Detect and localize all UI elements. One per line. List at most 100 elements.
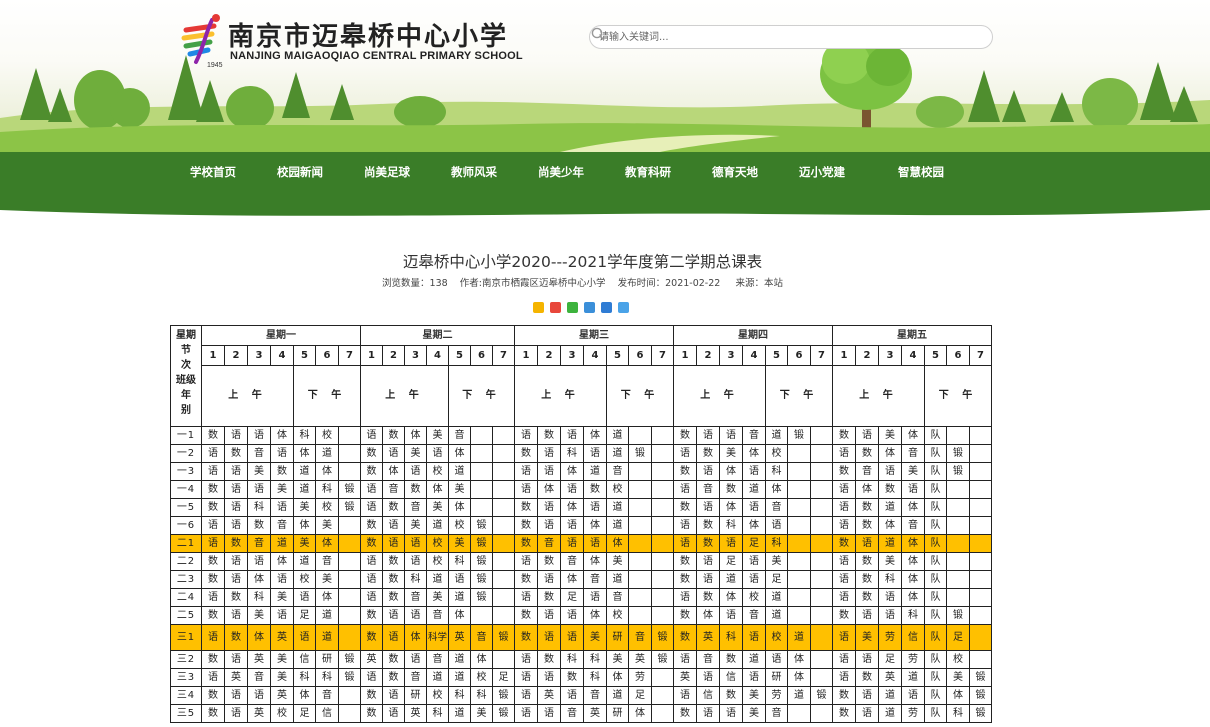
class-name: 一3 xyxy=(170,462,202,481)
nav-item-party[interactable]: 迈小党建 xyxy=(799,164,845,184)
subject-cell: 音 xyxy=(404,498,427,517)
header-row-periods: 12345671234567123456712345671234567 xyxy=(171,345,992,366)
subject-cell: 美 xyxy=(315,570,339,589)
subject-cell: 语 xyxy=(855,650,879,669)
school-logo[interactable]: 南京市迈皋桥中心小学 NANJING MAIGAOQIAO CENTRAL PR… xyxy=(176,12,523,70)
subject-cell xyxy=(338,570,361,589)
subject-cell: 信 xyxy=(719,668,743,687)
period-number: 2 xyxy=(855,345,879,366)
subject-cell: 语 xyxy=(855,426,879,445)
subject-cell: 道 xyxy=(606,570,629,589)
afternoon-label: 下 午 xyxy=(606,365,674,427)
subject-cell xyxy=(628,570,652,589)
subject-cell: 美 xyxy=(247,462,271,481)
subject-cell: 语 xyxy=(224,498,248,517)
subject-cell: 足 xyxy=(765,570,788,589)
subject-cell xyxy=(628,552,652,571)
search-icon[interactable] xyxy=(590,26,606,42)
period-number: 7 xyxy=(492,345,515,366)
subject-cell: 语 xyxy=(514,426,538,445)
subject-cell: 道 xyxy=(293,552,316,571)
subject-cell: 体 xyxy=(382,462,405,481)
subject-cell: 英 xyxy=(247,704,271,723)
subject-cell xyxy=(338,534,361,553)
subject-cell: 科 xyxy=(315,480,339,499)
nav-background xyxy=(0,152,1210,216)
period-number: 1 xyxy=(673,345,697,366)
subject-cell: 美 xyxy=(270,588,294,607)
subject-cell xyxy=(470,426,493,445)
subject-cell xyxy=(787,552,811,571)
tencent-weibo-icon[interactable] xyxy=(584,302,595,313)
subject-cell: 语 xyxy=(537,704,561,723)
subject-cell: 语 xyxy=(514,668,538,687)
wechat-icon[interactable] xyxy=(567,302,578,313)
subject-cell: 校 xyxy=(606,606,629,625)
subject-cell: 队 xyxy=(924,606,947,625)
nav-item-football[interactable]: 尚美足球 xyxy=(364,164,410,184)
subject-cell xyxy=(969,498,992,517)
period-number: 2 xyxy=(382,345,405,366)
more-share-icon[interactable] xyxy=(618,302,629,313)
subject-cell: 数 xyxy=(696,444,720,463)
weibo-icon[interactable] xyxy=(550,302,561,313)
subject-cell: 数 xyxy=(855,570,879,589)
subject-cell xyxy=(787,704,811,723)
subject-cell: 语 xyxy=(696,704,720,723)
nav-item-smart-campus[interactable]: 智慧校园 xyxy=(898,164,944,184)
subject-cell: 数 xyxy=(696,588,720,607)
subject-cell: 数 xyxy=(201,480,225,499)
subject-cell: 语 xyxy=(742,668,766,687)
header-row-ampm: 上 午下 午上 午下 午上 午下 午上 午下 午上 午下 午 xyxy=(171,365,992,427)
subject-cell: 音 xyxy=(901,516,925,535)
subject-cell: 音 xyxy=(247,444,271,463)
nav-item-home[interactable]: 学校首页 xyxy=(190,164,236,184)
subject-cell: 队 xyxy=(924,668,947,687)
subject-cell: 数 xyxy=(832,704,856,723)
subject-cell xyxy=(651,516,674,535)
subject-cell xyxy=(810,552,833,571)
subject-cell: 数 xyxy=(201,606,225,625)
search-input[interactable] xyxy=(599,29,959,45)
subject-cell: 音 xyxy=(628,624,652,651)
nav-item-teachers[interactable]: 教师风采 xyxy=(451,164,497,184)
corner-label-line: 次 xyxy=(181,360,191,371)
subject-cell: 数 xyxy=(382,668,405,687)
subject-cell: 数 xyxy=(382,588,405,607)
subject-cell: 信 xyxy=(696,686,720,705)
qzone-icon[interactable] xyxy=(533,302,544,313)
subject-cell: 语 xyxy=(832,552,856,571)
morning-label: 上 午 xyxy=(201,365,294,427)
subject-cell xyxy=(787,534,811,553)
nav-item-news[interactable]: 校园新闻 xyxy=(277,164,323,184)
subject-cell: 英 xyxy=(583,704,607,723)
subject-cell xyxy=(492,570,515,589)
afternoon-label: 下 午 xyxy=(293,365,361,427)
subject-cell: 道 xyxy=(293,462,316,481)
subject-cell: 语 xyxy=(360,668,383,687)
nav-item-research[interactable]: 教育科研 xyxy=(625,164,671,184)
subject-cell xyxy=(969,534,992,553)
subject-cell: 语 xyxy=(537,516,561,535)
renren-icon[interactable] xyxy=(601,302,612,313)
subject-cell: 锻 xyxy=(946,462,970,481)
subject-cell: 语 xyxy=(404,650,427,669)
subject-cell xyxy=(492,498,515,517)
subject-cell: 道 xyxy=(878,704,902,723)
morning-label: 上 午 xyxy=(514,365,607,427)
subject-cell: 体 xyxy=(742,516,766,535)
period-number: 6 xyxy=(470,345,493,366)
nav-item-students[interactable]: 尚美少年 xyxy=(538,164,584,184)
subject-cell: 美 xyxy=(855,624,879,651)
subject-cell: 校 xyxy=(426,462,449,481)
nav-item-moral-education[interactable]: 德育天地 xyxy=(712,164,758,184)
subject-cell: 语 xyxy=(560,516,584,535)
subject-cell: 体 xyxy=(470,650,493,669)
subject-cell xyxy=(492,534,515,553)
period-number: 1 xyxy=(360,345,383,366)
subject-cell: 音 xyxy=(901,444,925,463)
subject-cell: 锻 xyxy=(470,534,493,553)
subject-cell: 美 xyxy=(765,552,788,571)
author-label: 作者: xyxy=(459,278,482,289)
subject-cell: 数 xyxy=(673,498,697,517)
